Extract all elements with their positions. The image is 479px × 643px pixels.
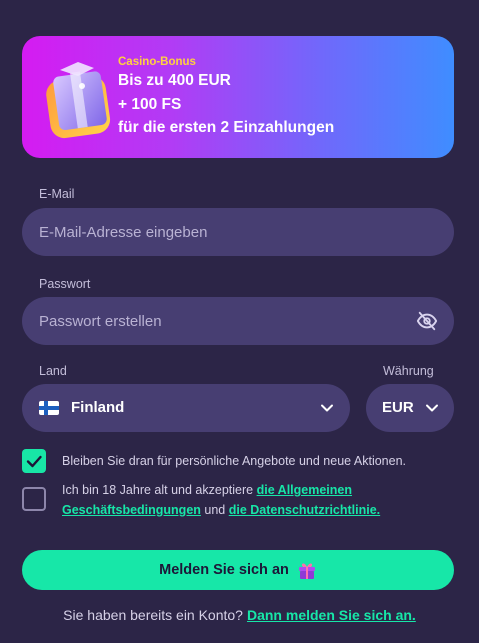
password-field-wrapper — [22, 297, 454, 345]
offers-consent-text: Bleiben Sie dran für persönliche Angebot… — [62, 454, 407, 468]
currency-label: Währung — [383, 364, 434, 378]
terms-checkbox[interactable] — [22, 487, 46, 511]
country-label: Land — [39, 364, 67, 378]
email-field-wrapper — [22, 208, 454, 256]
login-prompt: Sie haben bereits ein Konto? Dann melden … — [0, 607, 479, 623]
terms-consent-text: Ich bin 18 Jahre alt und akzeptiere die … — [62, 480, 422, 520]
country-select[interactable]: Finland — [22, 384, 350, 432]
checkmark-icon — [26, 455, 42, 468]
bonus-tag: Casino-Bonus — [118, 56, 196, 68]
password-label: Passwort — [39, 277, 91, 291]
login-prompt-text: Sie haben bereits ein Konto? — [63, 607, 243, 623]
register-button-label: Melden Sie sich an — [159, 562, 289, 578]
password-input[interactable] — [22, 312, 454, 330]
privacy-link[interactable]: die Datenschutzrichtlinie. — [229, 503, 380, 517]
chevron-down-icon — [426, 404, 438, 412]
bonus-free-spins: + 100 FS — [118, 95, 182, 113]
currency-value: EUR — [382, 399, 414, 416]
terms-text-before: Ich bin 18 Jahre alt und akzeptiere — [62, 483, 254, 497]
bonus-condition: für die ersten 2 Einzahlungen — [118, 119, 335, 136]
terms-text-middle: und — [204, 503, 226, 517]
bonus-banner: Casino-Bonus Bis zu 400 EUR + 100 FS für… — [22, 36, 454, 158]
hide-password-icon[interactable] — [416, 310, 438, 332]
login-link[interactable]: Dann melden Sie sich an. — [247, 607, 416, 623]
gift-icon — [298, 563, 315, 579]
email-input[interactable] — [22, 223, 454, 241]
finland-flag-icon — [39, 401, 59, 415]
bonus-amount: Bis zu 400 EUR — [118, 72, 231, 89]
register-button[interactable]: Melden Sie sich an — [22, 550, 454, 590]
chevron-down-icon — [321, 404, 333, 412]
currency-select[interactable]: EUR — [366, 384, 454, 432]
country-value: Finland — [71, 399, 125, 416]
offers-checkbox[interactable] — [22, 449, 46, 473]
bonus-text: Casino-Bonus Bis zu 400 EUR + 100 FS für… — [118, 55, 334, 140]
email-label: E-Mail — [39, 187, 75, 201]
